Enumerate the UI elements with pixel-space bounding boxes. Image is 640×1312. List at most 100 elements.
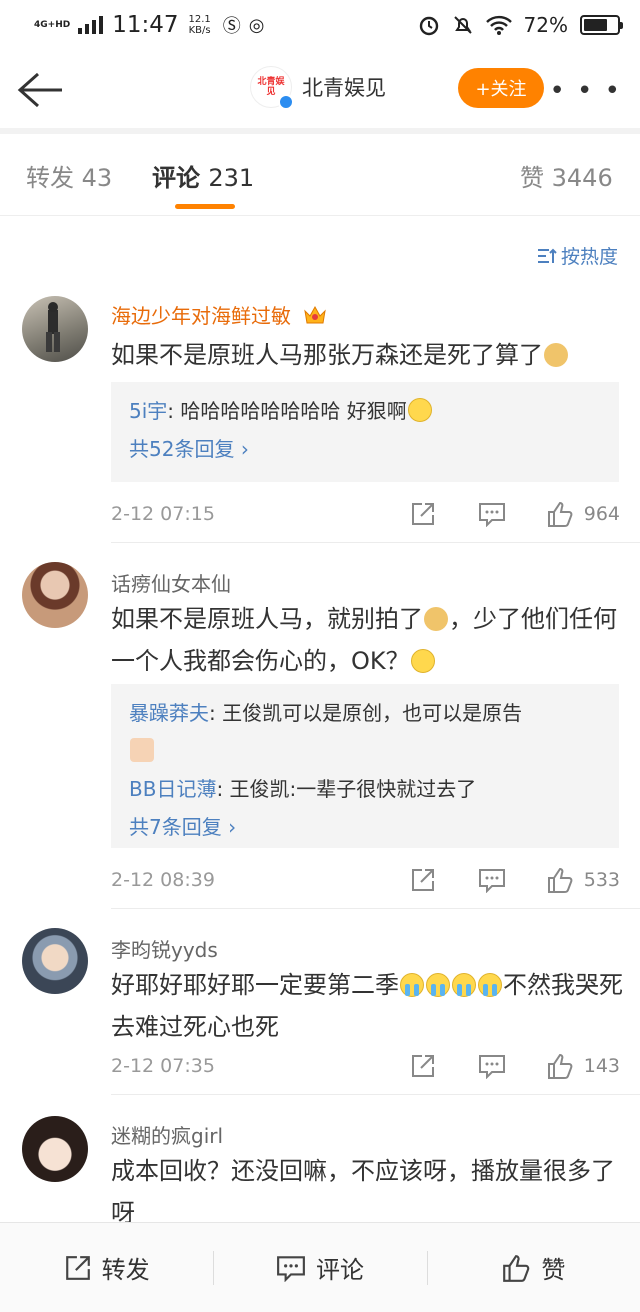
- comment-username[interactable]: 李昀锐yyds: [111, 934, 218, 963]
- tab-likes[interactable]: 赞 3446: [520, 158, 613, 193]
- view-more-replies[interactable]: 共7条回复 ›: [129, 808, 601, 846]
- comment-username[interactable]: 迷糊的疯girl: [111, 1120, 223, 1149]
- reply-preview-box[interactable]: 5i宇: 哈哈哈哈哈哈哈哈 好狠啊 共52条回复 ›: [111, 382, 619, 482]
- reply-text: : 王俊凯可以是原创，也可以是原告: [209, 701, 523, 725]
- comment-time: 2-12 07:35: [111, 1055, 215, 1077]
- reply-username[interactable]: BB日记薄: [129, 777, 216, 801]
- comment-meta: 2-12 07:35 143: [111, 1050, 620, 1082]
- sort-bar: 按热度: [0, 216, 640, 292]
- comment-divider: [111, 542, 640, 543]
- chevron-right-icon: ›: [240, 437, 249, 461]
- tab-likes-count: 3446: [551, 164, 613, 192]
- tab-repost-label: 转发: [26, 164, 74, 192]
- like-count: 143: [583, 1055, 620, 1077]
- crying-emoji-icon: [452, 973, 476, 997]
- comment-icon[interactable]: [478, 1053, 506, 1079]
- vip-crown-icon: [304, 305, 327, 324]
- like-label: 赞: [541, 1256, 566, 1284]
- tab-repost-count: 43: [81, 164, 113, 192]
- comment-time: 2-12 07:15: [111, 503, 215, 525]
- like-button[interactable]: 964: [546, 500, 620, 528]
- comment-body-part: 如果不是原班人马，就别拍了: [111, 605, 423, 633]
- more-options-icon[interactable]: • • •: [549, 76, 622, 106]
- mute-icon: [453, 16, 472, 34]
- navigation-bar: 北青娱见 北青娱见 +关注 • • •: [0, 50, 640, 128]
- active-tab-indicator: [175, 204, 235, 209]
- tab-comments[interactable]: 评论 231: [152, 158, 254, 193]
- verified-badge-icon: [278, 94, 294, 110]
- reply-item: BB日记薄: 王俊凯:一辈子很快就过去了: [129, 770, 601, 808]
- repost-button[interactable]: 转发: [0, 1223, 213, 1312]
- comment-divider: [111, 908, 640, 909]
- reply-preview-box[interactable]: 暴躁莽夫: 王俊凯可以是原创，也可以是原告 BB日记薄: 王俊凯:一辈子很快就过…: [111, 684, 619, 848]
- laugh-emoji-icon: [407, 398, 432, 422]
- follow-button[interactable]: +关注: [458, 68, 544, 108]
- tab-bar: 转发 43 评论 231 赞 3446: [0, 134, 640, 216]
- reply-username[interactable]: 暴躁莽夫: [129, 701, 209, 725]
- crying-emoji-icon: [478, 973, 502, 997]
- view-more-replies[interactable]: 共52条回复 ›: [129, 430, 601, 468]
- reply-item: 暴躁莽夫: 王俊凯可以是原创，也可以是原告: [129, 694, 601, 770]
- network-speed: 12.1 KB/s: [189, 14, 211, 36]
- alarm-icon: [419, 16, 438, 36]
- commenter-avatar[interactable]: [22, 1116, 88, 1182]
- repost-label: 转发: [101, 1256, 150, 1284]
- back-arrow-icon[interactable]: [16, 70, 64, 110]
- chevron-right-icon: ›: [228, 815, 237, 839]
- reply-username[interactable]: 5i宇: [129, 399, 167, 423]
- comment-meta: 2-12 07:15 964: [111, 498, 620, 530]
- commenter-avatar[interactable]: [22, 928, 88, 994]
- like-count: 964: [583, 503, 620, 525]
- app-s-icon: Ⓢ: [222, 16, 241, 37]
- wifi-icon: [485, 15, 512, 35]
- comment-time: 2-12 08:39: [111, 869, 215, 891]
- comment-body-part: 好耶好耶好耶一定要第二季: [111, 971, 399, 999]
- eye-roll-emoji-icon: [410, 649, 435, 673]
- thumbs-up-icon: [547, 501, 573, 527]
- reply-text: : 王俊凯:一辈子很快就过去了: [216, 777, 477, 801]
- like-count: 533: [583, 869, 620, 891]
- share-icon[interactable]: [410, 501, 436, 527]
- bottom-action-bar: 转发 评论 赞: [0, 1222, 640, 1312]
- commenter-avatar[interactable]: [22, 296, 88, 362]
- battery-icon: [580, 15, 623, 35]
- account-name[interactable]: 北青娱见: [302, 72, 386, 102]
- account-avatar[interactable]: 北青娱见: [250, 66, 294, 110]
- like-button[interactable]: 533: [546, 866, 620, 894]
- commenter-avatar[interactable]: [22, 562, 88, 628]
- crying-emoji-icon: [400, 973, 424, 997]
- share-icon: [65, 1255, 90, 1280]
- like-post-button[interactable]: 赞: [426, 1223, 640, 1312]
- battery-percent: 72%: [523, 13, 568, 37]
- sort-label: 按热度: [560, 246, 618, 268]
- comment-text: 如果不是原班人马，就别拍了 ，少了他们任何一个人我都会伤心的，OK？: [111, 598, 623, 682]
- comment-meta: 2-12 08:39 533: [111, 864, 620, 896]
- crying-emoji-icon: [426, 973, 450, 997]
- battery-fill: [584, 19, 607, 31]
- share-icon[interactable]: [410, 1053, 436, 1079]
- username-text: 海边少年对海鲜过敏: [111, 304, 291, 328]
- thumbs-up-icon: [547, 1053, 573, 1079]
- tab-comments-count: 231: [208, 164, 255, 192]
- tab-repost[interactable]: 转发 43: [26, 158, 112, 193]
- tab-likes-label: 赞: [520, 164, 544, 192]
- more-replies-label: 共7条回复: [129, 815, 222, 839]
- comment-icon[interactable]: [478, 867, 506, 893]
- weibo-icon: ◎: [248, 14, 265, 36]
- like-button[interactable]: 143: [546, 1052, 620, 1080]
- clock: 11:47: [112, 12, 179, 38]
- tab-comments-label: 评论: [152, 164, 200, 192]
- signal-icon: [78, 16, 104, 34]
- comment-button[interactable]: 评论: [213, 1223, 426, 1312]
- more-replies-label: 共52条回复: [129, 437, 235, 461]
- comment-text: 好耶好耶好耶一定要第二季 不然我哭死去难过死心也死: [111, 964, 623, 1048]
- comment-username[interactable]: 海边少年对海鲜过敏: [111, 300, 327, 329]
- reply-item: 5i宇: 哈哈哈哈哈哈哈哈 好狠啊: [129, 392, 601, 430]
- comment-icon: [277, 1255, 305, 1282]
- comment-username[interactable]: 话痨仙女本仙: [111, 568, 231, 597]
- avatar-figure-icon: [46, 302, 60, 352]
- comment-icon[interactable]: [478, 501, 506, 527]
- sort-button[interactable]: 按热度: [537, 242, 618, 269]
- share-icon[interactable]: [410, 867, 436, 893]
- account-header[interactable]: 北青娱见 北青娱见: [250, 66, 386, 110]
